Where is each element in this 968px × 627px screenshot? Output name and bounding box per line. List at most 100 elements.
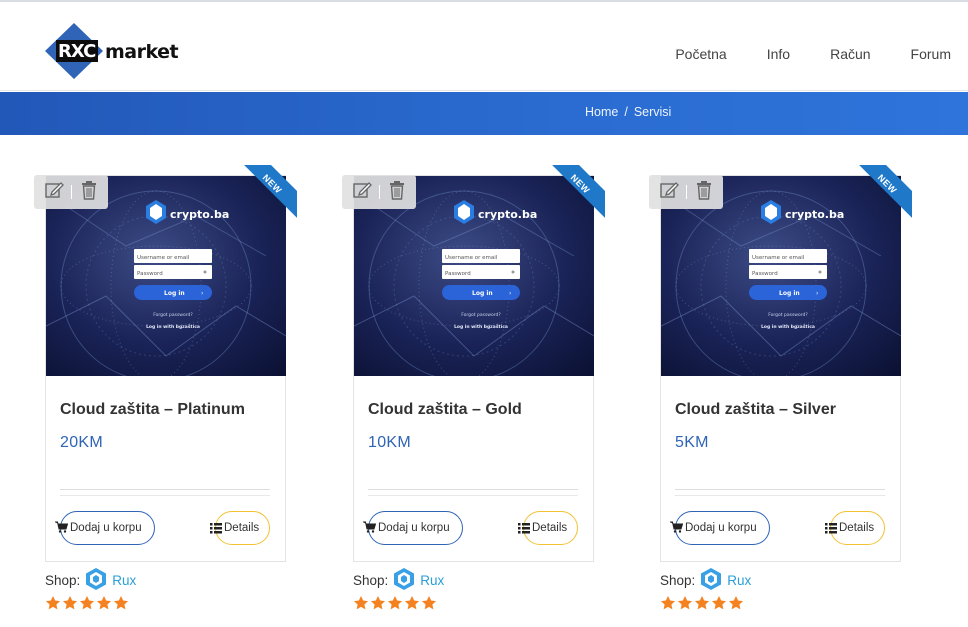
svg-text:Password: Password: [137, 271, 163, 277]
add-to-cart-button[interactable]: Dodaj u korpu: [55, 511, 155, 545]
tool-separator: [71, 185, 73, 199]
tool-separator: [379, 185, 381, 199]
admin-tools: [649, 175, 723, 209]
svg-text:Forgot password?: Forgot password?: [768, 312, 808, 318]
star-icon: [62, 596, 78, 610]
trash-icon[interactable]: [80, 180, 98, 205]
star-icon: [387, 596, 403, 610]
svg-text:crypto.ba: crypto.ba: [170, 208, 229, 221]
details-button[interactable]: Details: [825, 511, 885, 545]
add-to-cart-button[interactable]: Dodaj u korpu: [363, 511, 463, 545]
pencil-icon[interactable]: [352, 180, 372, 205]
cart-icon: [363, 521, 377, 536]
star-icon: [404, 596, 420, 610]
product-price: 10KM: [368, 434, 411, 451]
svg-text:Log in: Log in: [164, 290, 185, 297]
list-icon: [210, 523, 222, 537]
star-icon: [370, 596, 386, 610]
details-button[interactable]: Details: [210, 511, 270, 545]
shop-label: Shop:: [660, 573, 696, 588]
shop-logo-icon[interactable]: [392, 567, 416, 594]
cart-icon: [670, 521, 684, 536]
divider: [60, 495, 270, 496]
star-icon: [113, 596, 129, 610]
tool-separator: [686, 185, 688, 199]
add-to-cart-label: Dodaj u korpu: [70, 522, 142, 534]
site-logo[interactable]: RXC market: [44, 22, 179, 80]
star-icon: [421, 596, 437, 610]
divider: [368, 495, 578, 496]
product-title[interactable]: Cloud zaštita – Platinum: [60, 401, 245, 419]
svg-text:Username or email: Username or email: [752, 255, 805, 261]
breadcrumb-home[interactable]: Home: [585, 105, 618, 119]
rating-stars: [353, 595, 437, 611]
details-label: Details: [224, 522, 260, 534]
new-badge-ribbon: NEW: [856, 165, 912, 221]
star-icon: [79, 596, 95, 610]
product-price: 5KM: [675, 434, 709, 451]
svg-text:Log in with bgzaštica: Log in with bgzaštica: [146, 323, 200, 330]
rating-stars: [45, 595, 129, 611]
nav-item-info[interactable]: Info: [767, 46, 790, 62]
svg-text:Forgot password?: Forgot password?: [153, 312, 193, 318]
product-price: 20KM: [60, 434, 103, 451]
nav-item-pocetna[interactable]: Početna: [675, 46, 726, 62]
add-to-cart-label: Dodaj u korpu: [378, 522, 450, 534]
star-icon: [677, 596, 693, 610]
list-icon: [825, 523, 837, 537]
product-card: crypto.ba Username or email Password Log…: [649, 165, 912, 610]
star-icon: [711, 596, 727, 610]
svg-text:Log in: Log in: [779, 290, 800, 297]
star-icon: [353, 596, 369, 610]
add-to-cart-label: Dodaj u korpu: [685, 522, 757, 534]
main-nav: Početna Info Račun Forum: [675, 46, 951, 62]
star-icon: [660, 596, 676, 610]
add-to-cart-button[interactable]: Dodaj u korpu: [670, 511, 770, 545]
logo-word: market: [105, 41, 179, 63]
details-button[interactable]: Details: [518, 511, 578, 545]
trash-icon[interactable]: [388, 180, 406, 205]
breadcrumb-current: Servisi: [633, 105, 672, 119]
new-badge-ribbon: NEW: [241, 165, 297, 221]
details-label: Details: [532, 522, 568, 534]
shop-label: Shop:: [45, 573, 81, 588]
divider: [368, 489, 578, 490]
shop-logo-icon[interactable]: [84, 567, 108, 594]
details-label: Details: [839, 522, 875, 534]
pencil-icon[interactable]: [44, 180, 64, 205]
breadcrumb: Home / Servisi: [585, 105, 671, 119]
shop-name-link[interactable]: Rux: [420, 573, 444, 588]
svg-text:›: ›: [816, 290, 818, 297]
product-card: crypto.ba Username or email Password Log…: [34, 165, 297, 610]
shop-info: Shop: Rux: [660, 567, 751, 594]
new-badge-ribbon: NEW: [549, 165, 605, 221]
logo-box-text: RXC: [58, 41, 96, 62]
star-icon: [694, 596, 710, 610]
star-icon: [96, 596, 112, 610]
svg-text:crypto.ba: crypto.ba: [785, 208, 844, 221]
nav-item-forum[interactable]: Forum: [911, 46, 951, 62]
svg-text:Password: Password: [752, 271, 778, 277]
svg-text:›: ›: [201, 290, 203, 297]
nav-item-racun[interactable]: Račun: [830, 46, 870, 62]
shop-logo-icon[interactable]: [699, 567, 723, 594]
breadcrumb-separator: /: [624, 105, 628, 119]
shop-name-link[interactable]: Rux: [727, 573, 751, 588]
shop-name-link[interactable]: Rux: [112, 573, 136, 588]
svg-text:Log in with bgzaštica: Log in with bgzaštica: [454, 323, 508, 330]
pencil-icon[interactable]: [659, 180, 679, 205]
shop-info: Shop: Rux: [353, 567, 444, 594]
cart-icon: [55, 521, 69, 536]
site-header: RXC market Početna Info Račun Forum: [0, 2, 968, 91]
trash-icon[interactable]: [695, 180, 713, 205]
svg-text:Username or email: Username or email: [445, 255, 498, 261]
star-icon: [728, 596, 744, 610]
divider: [675, 489, 885, 490]
shop-info: Shop: Rux: [45, 567, 136, 594]
svg-text:Log in with bgzaštica: Log in with bgzaštica: [761, 323, 815, 330]
svg-text:Password: Password: [445, 271, 471, 277]
star-icon: [45, 596, 61, 610]
page-title-band: Home / Servisi: [0, 92, 968, 135]
product-title[interactable]: Cloud zaštita – Silver: [675, 401, 836, 419]
product-title[interactable]: Cloud zaštita – Gold: [368, 401, 522, 419]
